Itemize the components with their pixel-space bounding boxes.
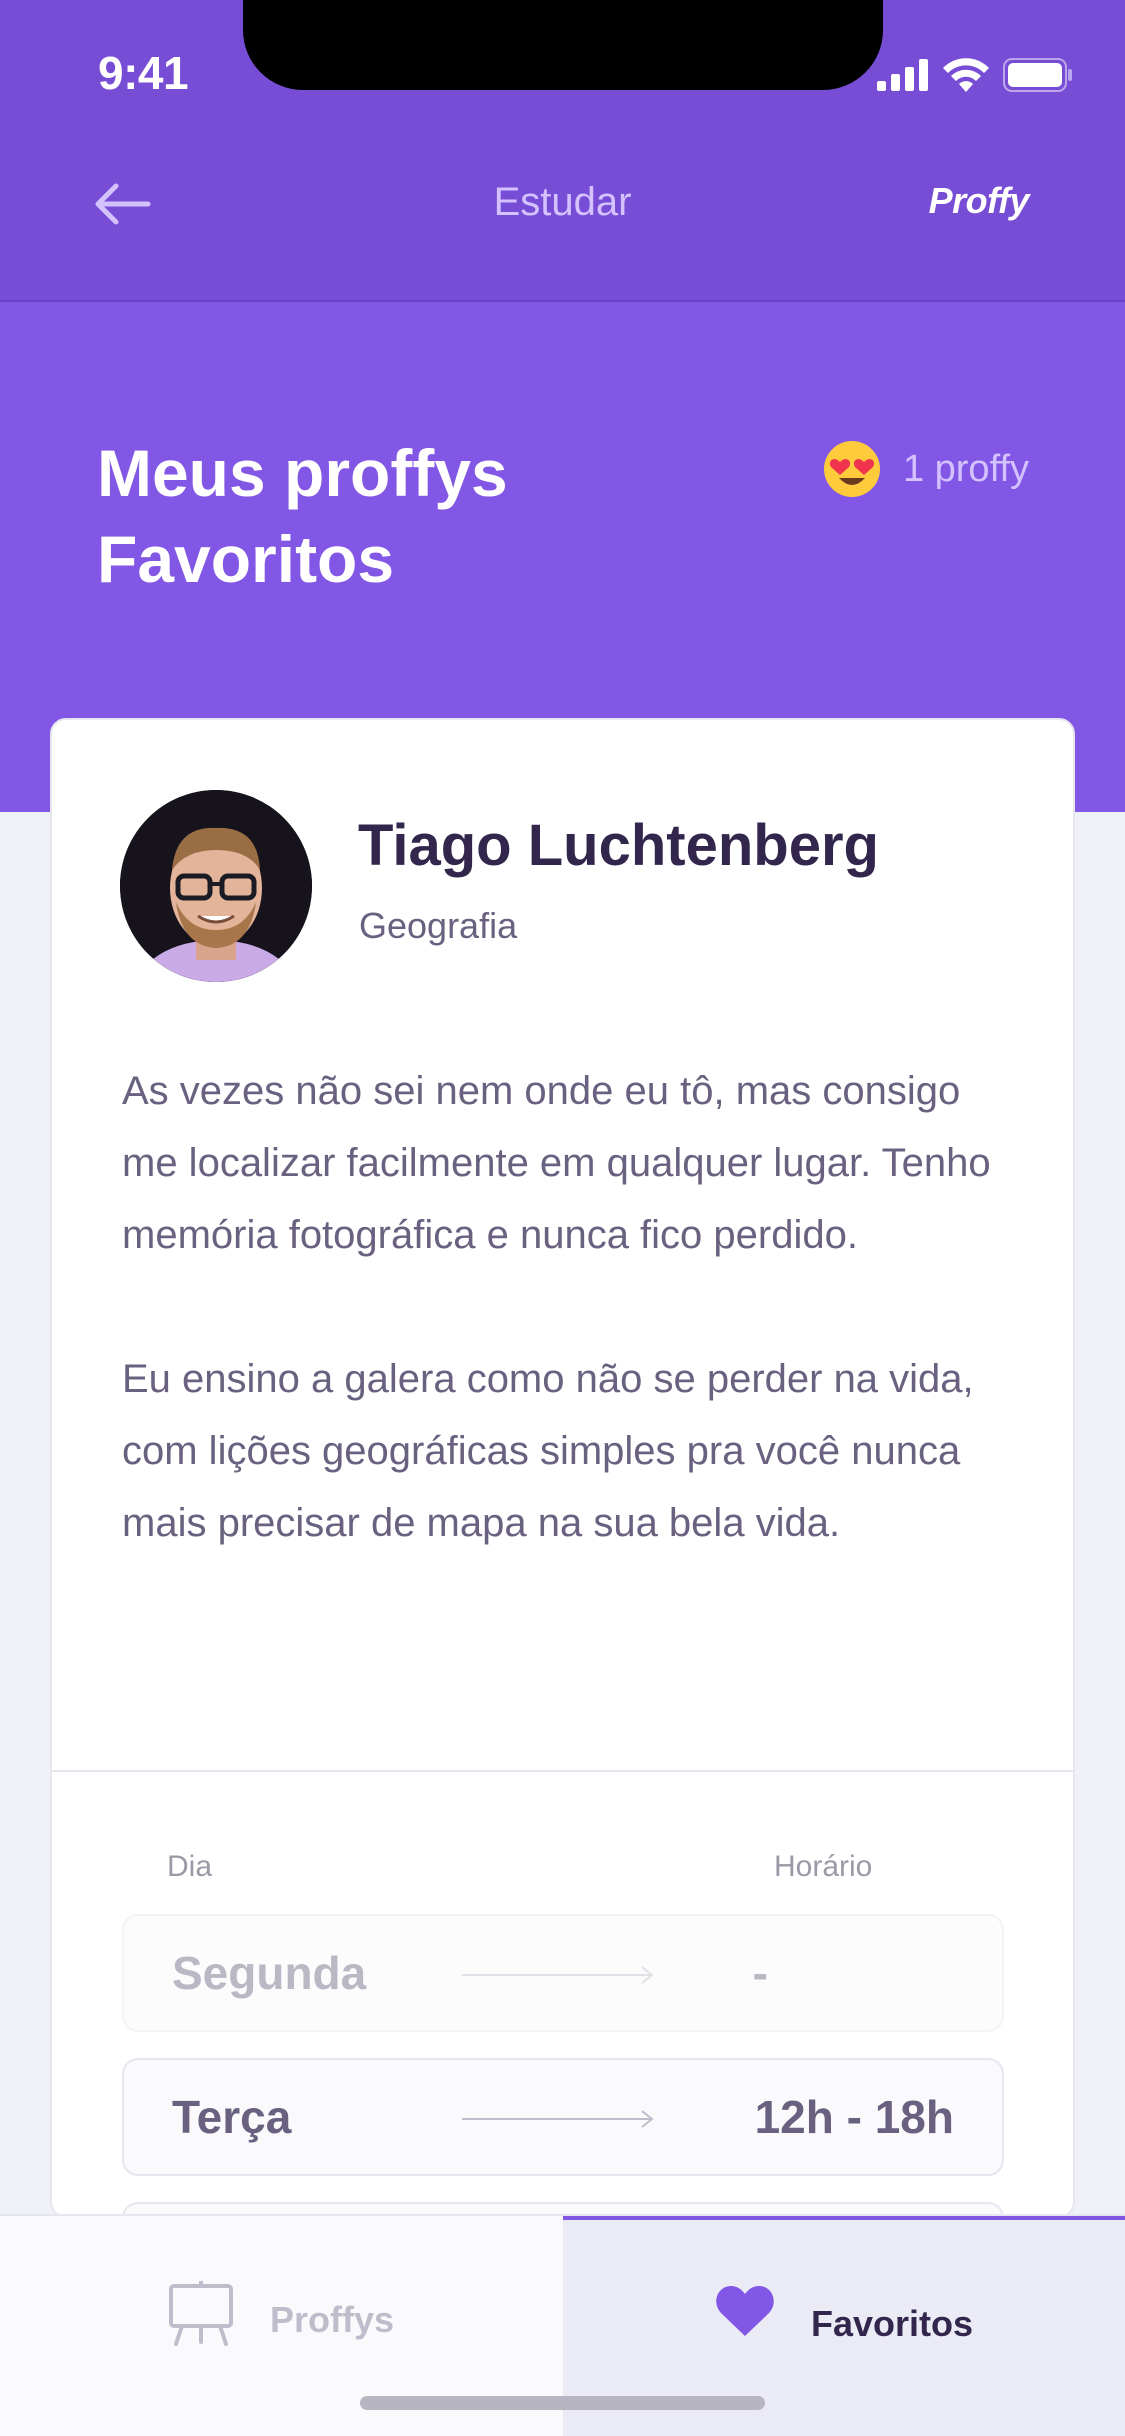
schedule-day: Segunda xyxy=(172,1947,367,1999)
schedule-day: Terça xyxy=(172,2091,292,2143)
schedule-row-terca: Terça 12h - 18h xyxy=(122,2058,1004,2176)
avatar xyxy=(120,790,312,982)
teacher-card: Tiago Luchtenberg Geografia As vezes não… xyxy=(50,718,1075,2218)
top-app-bar: 9:41 Estudar Proffy xyxy=(0,0,1125,302)
teacher-bio: As vezes não sei nem onde eu tô, mas con… xyxy=(122,1055,1022,1559)
favorites-count-label: 1 proffy xyxy=(902,447,1029,490)
bio-paragraph: As vezes não sei nem onde eu tô, mas con… xyxy=(122,1069,991,1257)
status-time: 9:41 xyxy=(98,47,189,99)
battery-icon xyxy=(1003,58,1072,92)
heart-icon xyxy=(716,2286,774,2336)
device-notch xyxy=(243,0,883,90)
teacher-subject: Geografia xyxy=(359,905,518,946)
easel-icon xyxy=(168,2281,233,2346)
page-title: Meus proffys Favoritos xyxy=(97,436,508,596)
home-indicator xyxy=(360,2396,765,2410)
tab-label: Favoritos xyxy=(810,2303,974,2344)
arrow-right-icon xyxy=(462,1966,654,1984)
schedule-row-segunda: Segunda - xyxy=(122,1914,1004,2032)
tab-label: Proffys xyxy=(269,2299,395,2340)
avatar-photo xyxy=(120,790,312,982)
wifi-icon xyxy=(943,58,989,92)
schedule-time: - xyxy=(752,1947,768,1999)
schedule-day-header: Dia xyxy=(167,1850,213,1883)
bio-paragraph: Eu ensino a galera como não se perder na… xyxy=(122,1357,974,1545)
signal-icon xyxy=(877,59,928,91)
status-icons xyxy=(877,55,1073,95)
schedule-time: 12h - 18h xyxy=(754,2091,954,2143)
brand-logo: Proffy xyxy=(928,180,1030,221)
card-divider xyxy=(52,1770,1073,1772)
favorites-count: 1 proffy xyxy=(823,440,1029,498)
arrow-right-icon xyxy=(462,2110,654,2128)
teacher-name: Tiago Luchtenberg xyxy=(358,813,879,878)
schedule-time-header: Horário xyxy=(774,1850,873,1883)
heart-eyes-emoji-icon xyxy=(823,441,880,497)
